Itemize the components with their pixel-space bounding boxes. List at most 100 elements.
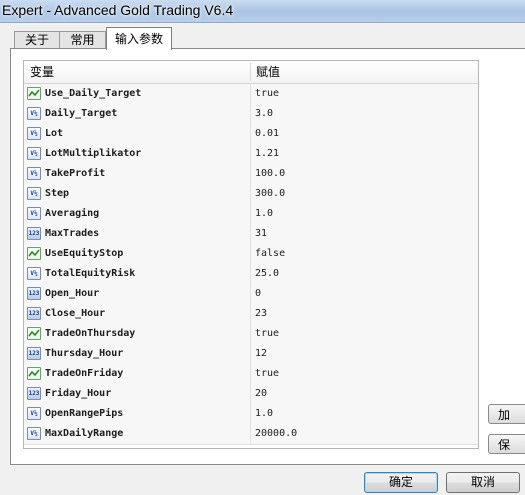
parameter-name: Friday_Hour: [45, 388, 112, 399]
int-icon: 123: [27, 387, 41, 400]
parameter-value[interactable]: 100.0: [255, 164, 285, 184]
column-header-variable[interactable]: 变量: [30, 61, 54, 83]
parameter-name: Open_Hour: [45, 288, 100, 299]
double-icon: V½: [27, 127, 41, 140]
cell-divider: [250, 104, 251, 124]
parameter-name: TakeProfit: [45, 168, 106, 179]
tab-inputs[interactable]: 输入参数: [106, 27, 172, 50]
cell-divider: [250, 144, 251, 164]
parameter-value[interactable]: 1.21: [255, 144, 279, 164]
cell-divider: [250, 364, 251, 384]
parameter-name: Daily_Target: [45, 108, 118, 119]
double-icon: V½: [27, 207, 41, 220]
double-icon: V½: [27, 167, 41, 180]
load-button[interactable]: 加: [488, 404, 525, 424]
cell-divider: [250, 184, 251, 204]
parameter-value[interactable]: false: [255, 244, 285, 264]
ok-button[interactable]: 确定: [364, 472, 438, 493]
table-row[interactable]: V½ Step 300.0: [24, 184, 478, 205]
table-row[interactable]: 123 Friday_Hour 20: [24, 384, 478, 405]
table-row[interactable]: TradeOnFriday true: [24, 364, 478, 385]
table-row[interactable]: V½ OpenRangePips 1.0: [24, 404, 478, 425]
parameter-name: MaxDailyRange: [45, 428, 124, 439]
double-icon: V½: [27, 147, 41, 160]
bool-icon: [27, 367, 41, 380]
parameter-name: UseEquityStop: [45, 248, 124, 259]
cell-divider: [250, 284, 251, 304]
parameter-value[interactable]: 1.0: [255, 204, 273, 224]
double-icon: V½: [27, 187, 41, 200]
cell-divider: [250, 84, 251, 104]
table-row[interactable]: 123 Open_Hour 0: [24, 284, 478, 305]
window-title-bar[interactable]: Expert - Advanced Gold Trading V6.4: [0, 0, 525, 23]
table-row[interactable]: V½ TakeProfit 100.0: [24, 164, 478, 185]
bool-icon: [27, 247, 41, 260]
double-icon: V½: [27, 107, 41, 120]
parameter-name: Close_Hour: [45, 308, 106, 319]
tab-about[interactable]: 关于: [14, 31, 60, 49]
cancel-button[interactable]: 取消: [446, 472, 520, 493]
save-button[interactable]: 保: [488, 434, 525, 454]
window-title: Expert - Advanced Gold Trading V6.4: [2, 2, 234, 18]
cell-divider: [250, 324, 251, 344]
table-header: 变量 赋值: [24, 61, 478, 84]
parameter-value[interactable]: 25.0: [255, 264, 279, 284]
parameter-value[interactable]: 31: [255, 224, 267, 244]
parameter-name: TradeOnFriday: [45, 368, 124, 379]
table-row[interactable]: 123 Close_Hour 23: [24, 304, 478, 325]
parameter-value[interactable]: 20: [255, 384, 267, 404]
cell-divider: [250, 404, 251, 424]
parameter-name: LotMultiplikator: [45, 148, 142, 159]
cell-divider: [250, 344, 251, 364]
tab-common[interactable]: 常用: [59, 31, 106, 49]
double-icon: V½: [27, 427, 41, 440]
double-icon: V½: [27, 407, 41, 420]
table-row[interactable]: V½ TotalEquityRisk 25.0: [24, 264, 478, 285]
parameter-value[interactable]: 0.01: [255, 124, 279, 144]
parameter-name: Step: [45, 188, 70, 199]
cell-divider: [250, 384, 251, 404]
int-icon: 123: [27, 227, 41, 240]
int-icon: 123: [27, 307, 41, 320]
table-row[interactable]: 123 MaxTrades 31: [24, 224, 478, 245]
table-row[interactable]: V½ Lot 0.01: [24, 124, 478, 145]
parameter-value[interactable]: true: [255, 84, 279, 104]
table-row[interactable]: Use_Daily_Target true: [24, 84, 478, 105]
parameter-name: TradeOnThursday: [45, 328, 136, 339]
table-row[interactable]: V½ Daily_Target 3.0: [24, 104, 478, 125]
parameter-name: OpenRangePips: [45, 408, 124, 419]
parameter-value[interactable]: true: [255, 324, 279, 344]
parameter-name: TotalEquityRisk: [45, 268, 136, 279]
parameter-value[interactable]: true: [255, 364, 279, 384]
column-divider[interactable]: [250, 63, 251, 81]
parameter-value[interactable]: 23: [255, 304, 267, 324]
table-row[interactable]: UseEquityStop false: [24, 244, 478, 265]
cell-divider: [250, 304, 251, 324]
bool-icon: [27, 87, 41, 100]
table-row[interactable]: 123 Thursday_Hour 12: [24, 344, 478, 365]
parameter-name: Lot: [45, 128, 64, 139]
cell-divider: [250, 244, 251, 264]
parameter-value[interactable]: 1.0: [255, 404, 273, 424]
parameter-value[interactable]: 3.0: [255, 104, 273, 124]
cell-divider: [250, 424, 251, 444]
table-row[interactable]: V½ LotMultiplikator 1.21: [24, 144, 478, 165]
parameter-value[interactable]: 20000.0: [255, 424, 297, 444]
column-header-value[interactable]: 赋值: [256, 61, 280, 83]
int-icon: 123: [27, 347, 41, 360]
parameter-value[interactable]: 12: [255, 344, 267, 364]
int-icon: 123: [27, 287, 41, 300]
table-row[interactable]: V½ MaxDailyRange 20000.0: [24, 424, 478, 445]
table-row[interactable]: V½ Averaging 1.0: [24, 204, 478, 225]
parameter-value[interactable]: 300.0: [255, 184, 285, 204]
parameters-table[interactable]: 变量 赋值 Use_Daily_Target true V½ Daily_Target…: [23, 60, 479, 449]
parameter-name: MaxTrades: [45, 228, 100, 239]
cell-divider: [250, 164, 251, 184]
double-icon: V½: [27, 267, 41, 280]
bool-icon: [27, 327, 41, 340]
cell-divider: [250, 264, 251, 284]
parameter-value[interactable]: 0: [255, 284, 261, 304]
parameter-name: Thursday_Hour: [45, 348, 124, 359]
table-row[interactable]: TradeOnThursday true: [24, 324, 478, 345]
parameter-name: Use_Daily_Target: [45, 88, 142, 99]
